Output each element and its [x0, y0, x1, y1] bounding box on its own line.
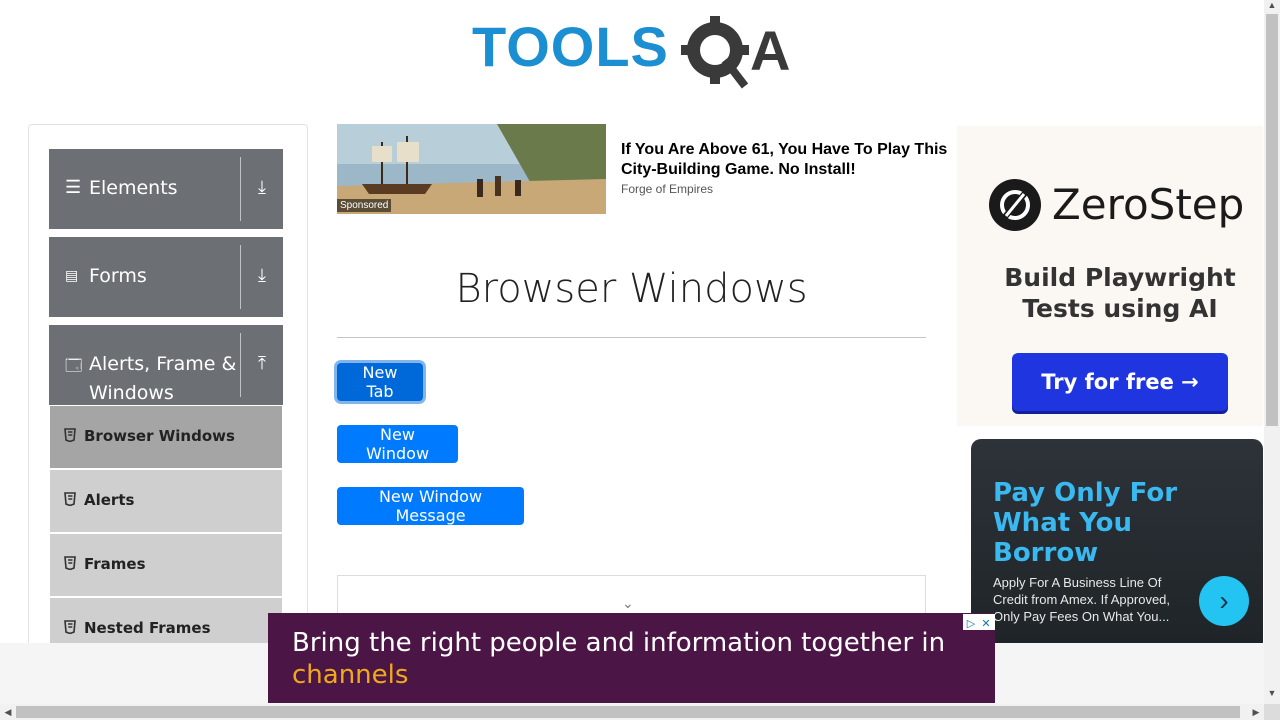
- window-icon: 🗔: [65, 358, 83, 375]
- sidebar-group-label: Alerts, Frame & Windows: [89, 353, 237, 404]
- html5-icon: [64, 492, 76, 506]
- amex-ad-body: Apply For A Business Line Of Credit from…: [993, 575, 1171, 624]
- logo-text-right: A: [750, 19, 790, 82]
- sidebar-item-label: Nested Frames: [84, 619, 211, 637]
- scroll-up-arrow-icon[interactable]: ▲: [1264, 0, 1280, 14]
- logo-text-left: TOOLS: [472, 15, 669, 78]
- hamburger-icon: ☰: [65, 177, 82, 197]
- chevron-down-icon[interactable]: ⌄: [622, 595, 634, 612]
- ad-headline[interactable]: If You Are Above 61, You Have To Play Th…: [621, 140, 957, 182]
- sidebar-group-label: Elements: [89, 177, 178, 199]
- sidebar-item-label: Frames: [84, 555, 146, 573]
- scroll-right-arrow-icon[interactable]: ▶: [1248, 704, 1264, 720]
- sidebar-item-alerts[interactable]: Alerts: [50, 470, 282, 534]
- upload-icon: ⤒: [258, 353, 266, 373]
- horizontal-scrollbar-thumb[interactable]: [16, 706, 1240, 718]
- banner-text-highlight: channels: [292, 660, 409, 690]
- zerostep-tagline: Build Playwright Tests using AI: [1004, 263, 1236, 323]
- download-icon: ⤓: [258, 265, 266, 285]
- banner-text-main: Bring the right people and information t…: [292, 628, 946, 658]
- sidebar-group-alerts-frame-windows[interactable]: 🗔 Alerts, Frame & Windows ⤒: [49, 325, 283, 405]
- ad-source: Forge of Empires: [621, 182, 714, 196]
- scroll-left-arrow-icon[interactable]: ◀: [0, 704, 16, 720]
- html5-icon: [64, 556, 76, 570]
- banner-text: Bring the right people and information t…: [292, 627, 972, 691]
- sidebar: ☰ Elements ⤓ ▤ Forms ⤓ 🗔 Alerts, Frame &…: [28, 124, 308, 666]
- adchoices-icon[interactable]: ▷: [964, 617, 978, 631]
- sidebar-item-browser-windows[interactable]: Browser Windows: [50, 406, 282, 470]
- new-tab-button[interactable]: New Tab: [337, 363, 423, 401]
- document-icon: ▤: [65, 267, 79, 283]
- html5-icon: [64, 620, 76, 634]
- vertical-scrollbar-thumb[interactable]: [1266, 14, 1278, 426]
- divider: [337, 337, 926, 338]
- ad-choices[interactable]: ▷ ✕: [963, 614, 995, 630]
- download-icon: ⤓: [258, 177, 266, 197]
- close-icon[interactable]: ✕: [979, 617, 993, 631]
- sidebar-group-label: Forms: [89, 265, 147, 287]
- sidebar-group-forms[interactable]: ▤ Forms ⤓: [49, 237, 283, 317]
- chevron-right-icon[interactable]: ›: [1199, 576, 1249, 626]
- sponsored-label: Sponsored: [337, 199, 392, 212]
- zerostep-brand: ZeroStep: [1052, 180, 1245, 229]
- page-title: Browser Windows: [455, 266, 808, 312]
- new-window-button[interactable]: New Window: [337, 425, 458, 463]
- sidebar-item-label: Alerts: [84, 491, 135, 509]
- scrollbar-corner: [1264, 704, 1280, 720]
- sidebar-group-elements[interactable]: ☰ Elements ⤓: [49, 149, 283, 229]
- amex-ad-title: Pay Only For What You Borrow: [993, 478, 1178, 568]
- new-window-message-button[interactable]: New Window Message: [337, 487, 524, 525]
- sidebar-item-frames[interactable]: Frames: [50, 534, 282, 598]
- gear-icon: [681, 16, 749, 89]
- try-for-free-button[interactable]: Try for free →: [1012, 353, 1228, 411]
- html5-icon: [64, 428, 76, 442]
- toolsqa-logo[interactable]: TOOLS A: [472, 14, 796, 90]
- scroll-down-arrow-icon[interactable]: ▼: [1264, 688, 1280, 702]
- zerostep-logo-icon: [989, 179, 1041, 231]
- sidebar-item-label: Browser Windows: [84, 427, 235, 445]
